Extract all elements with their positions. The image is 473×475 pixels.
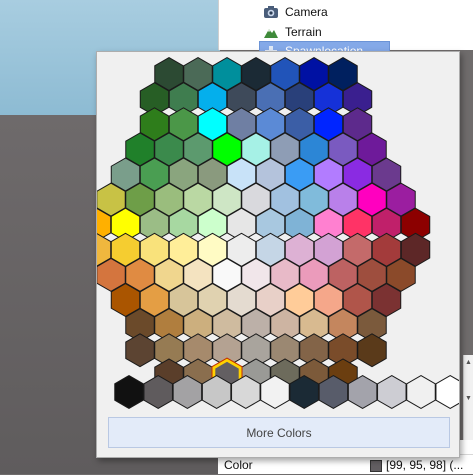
explorer-item-label: Camera bbox=[285, 5, 328, 19]
scroll-down-icon[interactable]: ▼ bbox=[465, 395, 473, 403]
terrain-icon bbox=[263, 25, 279, 39]
color-swatch-hex[interactable] bbox=[357, 333, 387, 368]
color-picker-popup: More Colors bbox=[96, 51, 460, 458]
explorer-item-camera[interactable]: Camera bbox=[263, 3, 328, 21]
gray-swatch-hex[interactable] bbox=[114, 374, 144, 410]
explorer-item-label: Terrain bbox=[285, 25, 322, 39]
gray-swatch-hex[interactable] bbox=[377, 374, 407, 410]
gray-swatch-hex[interactable] bbox=[435, 374, 459, 410]
camera-icon bbox=[263, 5, 279, 19]
explorer-item-terrain[interactable]: Terrain bbox=[263, 23, 322, 41]
properties-scrollbar[interactable]: ▲ ▼ bbox=[463, 355, 473, 445]
more-colors-button[interactable]: More Colors bbox=[108, 417, 450, 448]
gray-swatch-hex[interactable] bbox=[406, 374, 436, 410]
explorer-panel: Camera Terrain Spawnlocation bbox=[218, 0, 473, 61]
scroll-up-icon[interactable]: ▲ bbox=[465, 359, 473, 367]
hex-color-palette bbox=[97, 56, 459, 410]
property-value[interactable]: [99, 95, 98] (... bbox=[386, 458, 463, 472]
color-swatch[interactable] bbox=[370, 460, 382, 472]
property-name: Color bbox=[224, 458, 253, 472]
color-swatch-hex[interactable] bbox=[125, 333, 155, 368]
